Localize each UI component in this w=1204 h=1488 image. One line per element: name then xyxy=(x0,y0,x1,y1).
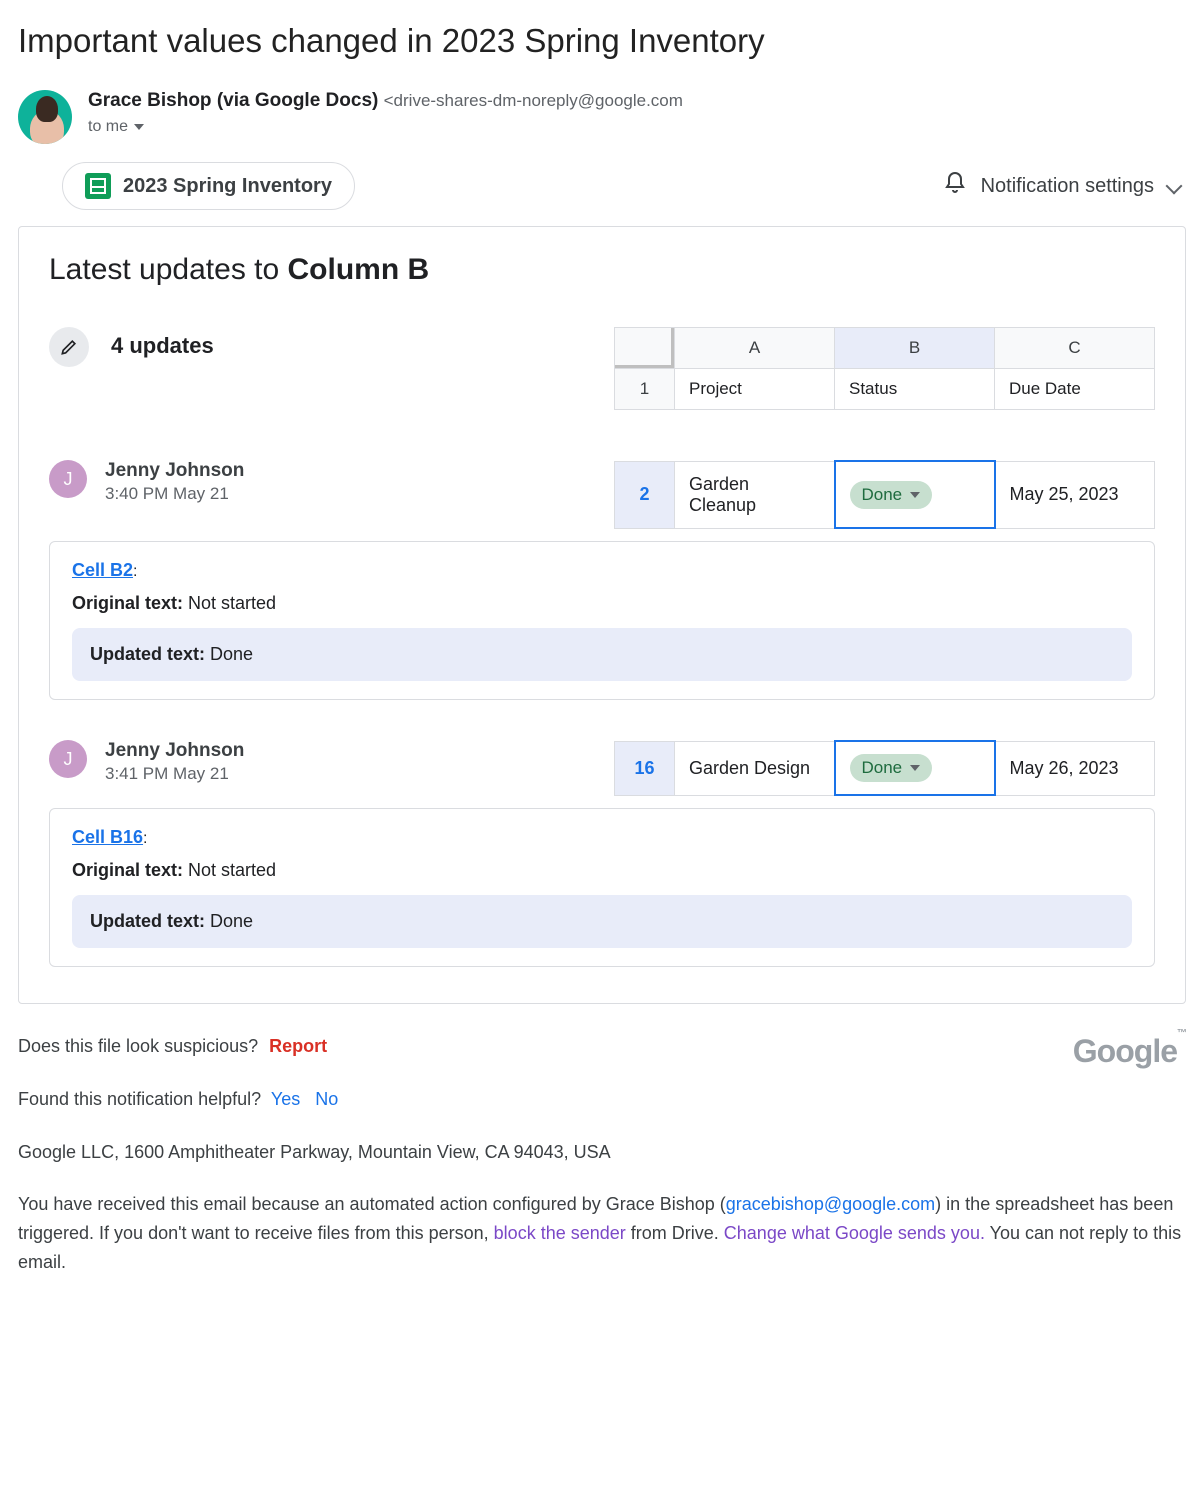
email-subject: Important values changed in 2023 Spring … xyxy=(18,22,1186,60)
change-detail-box: Cell B16: Original text: Not started Upd… xyxy=(49,808,1155,967)
change-detail-box: Cell B2: Original text: Not started Upda… xyxy=(49,541,1155,700)
updated-label: Updated text: xyxy=(90,644,210,664)
col-header-c: C xyxy=(995,328,1155,369)
suspicious-row: Does this file look suspicious? Report xyxy=(18,1032,1053,1061)
updated-value: Done xyxy=(210,911,253,931)
status-pill-label: Done xyxy=(862,485,903,505)
sender-avatar xyxy=(18,90,72,144)
update-item: J Jenny Johnson 3:40 PM May 21 2 Garden … xyxy=(49,460,1155,529)
editor-name: Jenny Johnson xyxy=(105,740,244,762)
colon: : xyxy=(133,563,137,580)
header-preview-table: A B C 1 Project Status Due Date xyxy=(614,327,1155,410)
reason-text-1: You have received this email because an … xyxy=(18,1194,726,1214)
to-label: to me xyxy=(88,118,128,136)
card-title: Latest updates to Column B xyxy=(49,253,1155,287)
google-text: Google xyxy=(1073,1033,1177,1069)
chevron-down-icon xyxy=(134,124,144,130)
report-link[interactable]: Report xyxy=(269,1036,327,1056)
reason-text-3: from Drive. xyxy=(626,1223,724,1243)
document-chip[interactable]: 2023 Spring Inventory xyxy=(62,162,355,210)
block-sender-link[interactable]: block the sender xyxy=(494,1223,626,1243)
original-label: Original text: xyxy=(72,860,188,880)
header-cell-a: Project xyxy=(675,369,835,410)
cell-a: Garden Design xyxy=(675,741,835,795)
sender-line: Grace Bishop (via Google Docs) <drive-sh… xyxy=(88,90,683,112)
sender-email-link[interactable]: gracebishop@google.com xyxy=(726,1194,935,1214)
cell-a: Garden Cleanup xyxy=(675,461,835,528)
to-line[interactable]: to me xyxy=(88,118,683,136)
change-prefs-link[interactable]: Change what Google sends you. xyxy=(724,1223,985,1243)
cell-c: May 25, 2023 xyxy=(995,461,1155,528)
original-value: Not started xyxy=(188,593,276,613)
row-preview-table: 2 Garden Cleanup Done May 25, 2023 xyxy=(614,460,1155,529)
header-cell-c: Due Date xyxy=(995,369,1155,410)
updated-label: Updated text: xyxy=(90,911,210,931)
notification-settings-button[interactable]: Notification settings xyxy=(943,171,1186,201)
col-header-b: B xyxy=(835,328,995,369)
row-number: 16 xyxy=(615,741,675,795)
edit-icon xyxy=(49,327,89,367)
status-pill: Done xyxy=(850,754,933,782)
editor-avatar: J xyxy=(49,740,87,778)
chevron-down-icon xyxy=(1166,178,1183,195)
sheets-icon xyxy=(85,173,111,199)
original-text-line: Original text: Not started xyxy=(72,593,1132,614)
card-title-bold: Column B xyxy=(288,253,430,286)
cell-link[interactable]: Cell B2 xyxy=(72,560,133,580)
status-pill-label: Done xyxy=(862,758,903,778)
original-value: Not started xyxy=(188,860,276,880)
email-footer: Does this file look suspicious? Report F… xyxy=(18,1032,1186,1277)
updates-card: Latest updates to Column B 4 updates A B… xyxy=(18,226,1186,1004)
yes-link[interactable]: Yes xyxy=(271,1089,300,1109)
card-title-prefix: Latest updates to xyxy=(49,253,288,286)
updated-value: Done xyxy=(210,644,253,664)
notification-settings-label: Notification settings xyxy=(981,175,1154,198)
cell-b: Done xyxy=(835,461,995,528)
reason-paragraph: You have received this email because an … xyxy=(18,1190,1186,1276)
editor-avatar: J xyxy=(49,460,87,498)
editor-timestamp: 3:40 PM May 21 xyxy=(105,484,244,504)
dropdown-icon xyxy=(910,765,920,771)
updates-count: 4 updates xyxy=(111,333,214,359)
editor-name: Jenny Johnson xyxy=(105,460,244,482)
original-text-line: Original text: Not started xyxy=(72,860,1132,881)
google-logo: Google™ xyxy=(1073,1026,1186,1077)
status-pill: Done xyxy=(850,481,933,509)
dropdown-icon xyxy=(910,492,920,498)
colon: : xyxy=(143,830,147,847)
tm-text: ™ xyxy=(1177,1028,1186,1039)
row-number: 2 xyxy=(615,461,675,528)
bell-icon xyxy=(943,171,967,201)
col-header-a: A xyxy=(675,328,835,369)
sender-name: Grace Bishop (via Google Docs) xyxy=(88,90,378,111)
helpful-question: Found this notification helpful? xyxy=(18,1089,261,1109)
address-line: Google LLC, 1600 Amphitheater Parkway, M… xyxy=(18,1138,1186,1167)
cell-link[interactable]: Cell B16 xyxy=(72,827,143,847)
helpful-row: Found this notification helpful? Yes No xyxy=(18,1085,1053,1114)
document-chip-label: 2023 Spring Inventory xyxy=(123,175,332,198)
corner-cell xyxy=(615,328,675,369)
updated-text-banner: Updated text: Done xyxy=(72,895,1132,948)
row-header-1: 1 xyxy=(615,369,675,410)
sender-email: <drive-shares-dm-noreply@google.com xyxy=(384,91,683,110)
email-header: Grace Bishop (via Google Docs) <drive-sh… xyxy=(18,90,1186,144)
update-item: J Jenny Johnson 3:41 PM May 21 16 Garden… xyxy=(49,740,1155,796)
row-preview-table: 16 Garden Design Done May 26, 2023 xyxy=(614,740,1155,796)
cell-c: May 26, 2023 xyxy=(995,741,1155,795)
original-label: Original text: xyxy=(72,593,188,613)
suspicious-question: Does this file look suspicious? xyxy=(18,1036,258,1056)
editor-timestamp: 3:41 PM May 21 xyxy=(105,764,244,784)
cell-b: Done xyxy=(835,741,995,795)
header-cell-b: Status xyxy=(835,369,995,410)
updated-text-banner: Updated text: Done xyxy=(72,628,1132,681)
no-link[interactable]: No xyxy=(315,1089,338,1109)
